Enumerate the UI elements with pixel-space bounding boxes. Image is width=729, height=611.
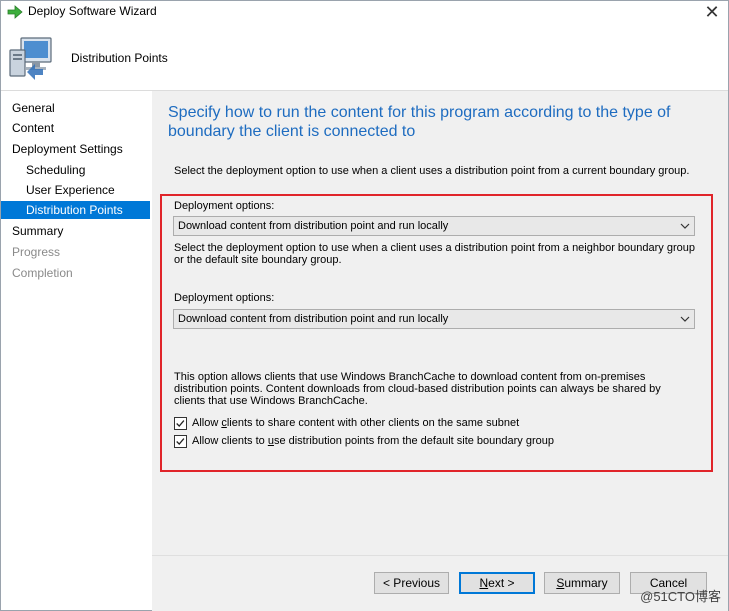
share-content-label: Allow clients to share content with othe… — [192, 417, 520, 429]
nav-item-summary[interactable]: Summary — [1, 222, 63, 240]
next-button[interactable]: Next > — [459, 572, 535, 594]
neighbor-boundary-description: Select the deployment option to use when… — [174, 242, 695, 266]
chevron-down-icon — [680, 223, 690, 229]
branchcache-description: This option allows clients that use Wind… — [174, 371, 661, 407]
deployment-options-label-2: Deployment options: — [174, 292, 275, 304]
page-title: Distribution Points — [71, 51, 168, 65]
nav-item-content[interactable]: Content — [1, 119, 54, 137]
wizard-header: Distribution Points — [1, 23, 728, 91]
nav-item-scheduling[interactable]: Scheduling — [1, 161, 85, 179]
default-boundary-label: Allow clients to use distribution points… — [192, 435, 554, 447]
nav-item-deployment-settings[interactable]: Deployment Settings — [1, 140, 123, 158]
deployment-options-select-2[interactable]: Download content from distribution point… — [173, 309, 695, 329]
nav-item-user-experience[interactable]: User Experience — [1, 181, 115, 199]
wizard-nav: General Content Deployment Settings Sche… — [1, 91, 151, 610]
summary-button[interactable]: Summary — [544, 572, 620, 594]
deployment-options-select-1[interactable]: Download content from distribution point… — [173, 216, 695, 236]
checkmark-icon — [176, 420, 185, 427]
section-heading: Specify how to run the content for this … — [168, 104, 671, 140]
window-title: Deploy Software Wizard — [28, 4, 157, 18]
chevron-down-icon — [680, 316, 690, 322]
close-button[interactable]: ✕ — [700, 1, 724, 23]
deployment-options-value-1: Download content from distribution point… — [178, 220, 449, 232]
share-content-checkbox-row[interactable]: Allow clients to share content with othe… — [174, 417, 519, 431]
nav-item-distribution-points[interactable]: Distribution Points — [1, 201, 150, 219]
default-boundary-checkbox[interactable] — [174, 435, 187, 448]
nav-item-general[interactable]: General — [1, 99, 55, 117]
share-content-checkbox[interactable] — [174, 417, 187, 430]
previous-button[interactable]: < Previous — [374, 572, 449, 594]
title-bar: Deploy Software Wizard ✕ — [1, 1, 728, 23]
checkmark-icon — [176, 438, 185, 445]
deployment-options-label-1: Deployment options: — [174, 200, 275, 212]
nav-item-progress: Progress — [12, 245, 61, 259]
wizard-window: Deploy Software Wizard ✕ Distribution Po… — [0, 0, 729, 611]
current-boundary-description: Select the deployment option to use when… — [174, 165, 690, 177]
computer-install-icon — [9, 37, 52, 80]
watermark: @51CTO博客 — [640, 589, 721, 604]
content-panel: Specify how to run the content for this … — [152, 91, 728, 611]
default-boundary-checkbox-row[interactable]: Allow clients to use distribution points… — [174, 435, 554, 449]
nav-item-completion: Completion — [12, 266, 73, 280]
deployment-options-value-2: Download content from distribution point… — [178, 313, 449, 325]
green-arrow-icon — [7, 5, 23, 19]
